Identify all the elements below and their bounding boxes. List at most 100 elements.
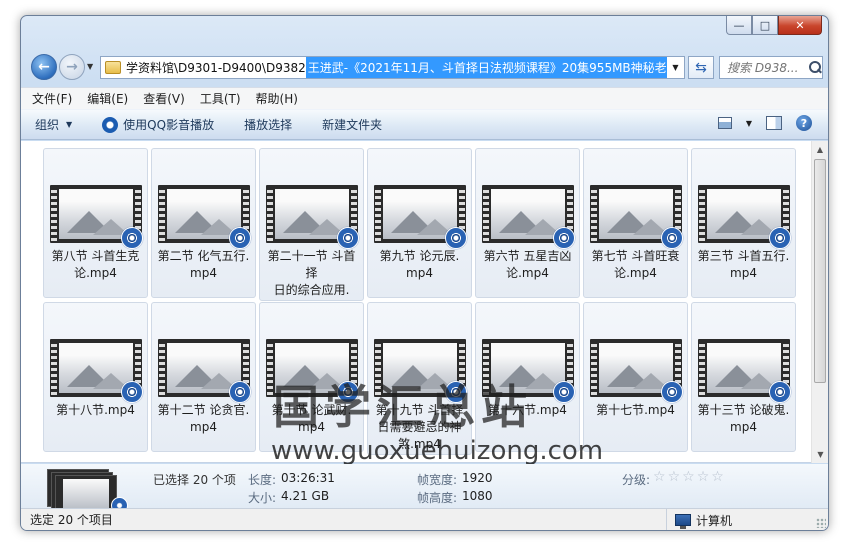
menu-file[interactable]: 文件(F) xyxy=(32,90,72,107)
qq-video-file-icon xyxy=(445,227,467,249)
new-folder-button[interactable]: 新建文件夹 xyxy=(322,116,382,133)
file-tile[interactable]: 第十八节.mp4 xyxy=(43,302,148,452)
change-view-icon[interactable] xyxy=(717,117,732,129)
file-name: 第九节 论元辰. mp4 xyxy=(370,248,469,282)
file-name: 第十七节.mp4 xyxy=(586,402,685,419)
preview-pane-icon[interactable] xyxy=(766,116,782,130)
frame-width-label: 帧宽度: xyxy=(417,473,458,487)
file-name-line: mp4 xyxy=(730,420,757,434)
refresh-button[interactable]: ⇆ xyxy=(688,56,714,79)
length-value: 03:26:31 xyxy=(281,471,335,485)
organize-label: 组织 xyxy=(35,118,60,132)
qq-player-icon xyxy=(102,116,119,133)
address-path: 学资料馆\D9301-D9400\D9382 xyxy=(126,61,306,75)
file-name-line: 第七节 斗首旺衰 xyxy=(591,249,680,263)
folder-icon xyxy=(105,61,121,74)
search-input[interactable] xyxy=(727,60,807,75)
star-icon[interactable]: ☆ xyxy=(653,469,666,485)
close-button[interactable]: ✕ xyxy=(778,16,822,35)
file-name-line: 论.mp4 xyxy=(614,266,657,280)
back-button[interactable]: ← xyxy=(31,54,57,80)
star-icon[interactable]: ☆ xyxy=(711,469,724,485)
watermark-url: www.guoxuehuizong.com xyxy=(271,436,604,466)
file-list: 第八节 斗首生克 论.mp4 第二节 化气五行. mp4 第二十一节 斗首择 日的综合应用… xyxy=(21,141,828,466)
size-label: 大小: xyxy=(248,491,277,505)
file-tile[interactable]: 第十七节.mp4 xyxy=(583,302,688,452)
star-icon[interactable]: ☆ xyxy=(668,469,681,485)
qq-video-file-icon xyxy=(769,227,791,249)
selection-count: 已选择 20 个项 xyxy=(153,473,236,487)
forward-button[interactable]: → xyxy=(59,54,85,80)
file-name-line: 第六节 五星吉凶 xyxy=(483,249,572,263)
qq-play-button[interactable]: 使用QQ影音播放 xyxy=(102,116,214,133)
help-icon[interactable]: ? xyxy=(796,115,812,131)
star-icon[interactable]: ☆ xyxy=(697,469,710,485)
address-selected-text[interactable]: 王进武-《2021年11月、斗首择日法视频课程》20集955MB神秘老师 xyxy=(305,57,681,78)
file-tile[interactable]: 第六节 五星吉凶 论.mp4 xyxy=(475,148,580,298)
file-name-line: 第十七节.mp4 xyxy=(596,403,675,417)
file-name-line: 第十三节 论破鬼. xyxy=(697,403,790,417)
search-box[interactable] xyxy=(719,56,823,79)
menu-edit[interactable]: 编辑(E) xyxy=(87,90,128,107)
file-tile[interactable]: 第八节 斗首生克 论.mp4 xyxy=(43,148,148,298)
status-zone-label: 计算机 xyxy=(696,513,733,528)
file-name-line: 第二节 化气五行. xyxy=(157,249,250,263)
scroll-down-arrow-icon[interactable]: ▼ xyxy=(812,446,828,463)
qq-play-label: 使用QQ影音播放 xyxy=(123,118,215,132)
chevron-down-icon: ▼ xyxy=(66,120,73,129)
qq-video-file-icon xyxy=(337,227,359,249)
vertical-scrollbar[interactable]: ▲ ▼ xyxy=(811,141,828,463)
qq-video-file-icon xyxy=(121,381,143,403)
minimize-button[interactable]: — xyxy=(726,16,752,35)
command-bar: 组织 ▼ 使用QQ影音播放 播放选择 新建文件夹 ▼ ? xyxy=(21,109,828,140)
scroll-up-arrow-icon[interactable]: ▲ xyxy=(812,141,828,158)
file-tile[interactable]: 第十二节 论贪官. mp4 xyxy=(151,302,256,452)
resize-grip[interactable] xyxy=(816,518,826,528)
address-dropdown-button[interactable]: ▼ xyxy=(667,57,684,78)
maximize-button[interactable]: □ xyxy=(752,16,778,35)
file-tile[interactable]: 第七节 斗首旺衰 论.mp4 xyxy=(583,148,688,298)
menu-view[interactable]: 查看(V) xyxy=(143,90,185,107)
recent-pages-dropdown[interactable]: ▼ xyxy=(87,62,93,71)
file-name-line: mp4 xyxy=(730,266,757,280)
file-name: 第二节 化气五行. mp4 xyxy=(154,248,253,282)
computer-icon xyxy=(675,514,691,529)
file-name: 第八节 斗首生克 论.mp4 xyxy=(46,248,145,282)
toolbar-right: ▼ ? xyxy=(717,115,812,131)
play-selected-label: 播放选择 xyxy=(244,118,293,132)
menu-tools[interactable]: 工具(T) xyxy=(200,90,241,107)
file-name-line: 第二十一节 斗首择 xyxy=(267,249,356,280)
file-tile[interactable]: 第九节 论元辰. mp4 xyxy=(367,148,472,298)
length-label: 长度: xyxy=(248,473,277,487)
file-name-line: 第八节 斗首生克 xyxy=(51,249,140,263)
file-tile[interactable]: 第二十一节 斗首择日的综合应用.mp4 xyxy=(259,148,364,314)
file-name-line: 论.mp4 xyxy=(506,266,549,280)
address-bar[interactable]: 学资料馆\D9301-D9400\D9382 王进武-《2021年11月、斗首择… xyxy=(100,56,685,79)
organize-button[interactable]: 组织 ▼ xyxy=(35,116,72,133)
search-icon[interactable] xyxy=(807,60,822,76)
qq-video-file-icon xyxy=(229,227,251,249)
file-name-line: mp4 xyxy=(406,266,433,280)
view-options-dropdown[interactable]: ▼ xyxy=(746,119,752,128)
scrollbar-thumb[interactable] xyxy=(814,159,826,383)
file-tile[interactable]: 第二节 化气五行. mp4 xyxy=(151,148,256,298)
rating-stars[interactable]: ☆ ☆ ☆ ☆ ☆ xyxy=(653,469,724,485)
file-name: 第十三节 论破鬼. mp4 xyxy=(694,402,793,436)
file-tile[interactable]: 第十三节 论破鬼. mp4 xyxy=(691,302,796,452)
qq-video-file-icon xyxy=(121,227,143,249)
star-icon[interactable]: ☆ xyxy=(682,469,695,485)
file-name-line: 第十二节 论贪官. xyxy=(157,403,250,417)
explorer-window: — □ ✕ ← → ▼ 学资料馆\D9301-D9400\D9382 王进武-《… xyxy=(20,15,829,531)
file-name-line: 论.mp4 xyxy=(74,266,117,280)
file-name: 第七节 斗首旺衰 论.mp4 xyxy=(586,248,685,282)
file-name: 第三节 斗首五行. mp4 xyxy=(694,248,793,282)
arrow-right-icon: → xyxy=(66,59,78,75)
play-selected-button[interactable]: 播放选择 xyxy=(244,116,292,133)
rating-label: 分级: xyxy=(622,473,651,487)
new-folder-label: 新建文件夹 xyxy=(322,118,383,132)
file-tile[interactable]: 第三节 斗首五行. mp4 xyxy=(691,148,796,298)
qq-video-file-icon xyxy=(661,227,683,249)
menu-help[interactable]: 帮助(H) xyxy=(256,90,298,107)
frame-width-value: 1920 xyxy=(462,471,493,485)
status-zone: 计算机 xyxy=(666,509,733,530)
